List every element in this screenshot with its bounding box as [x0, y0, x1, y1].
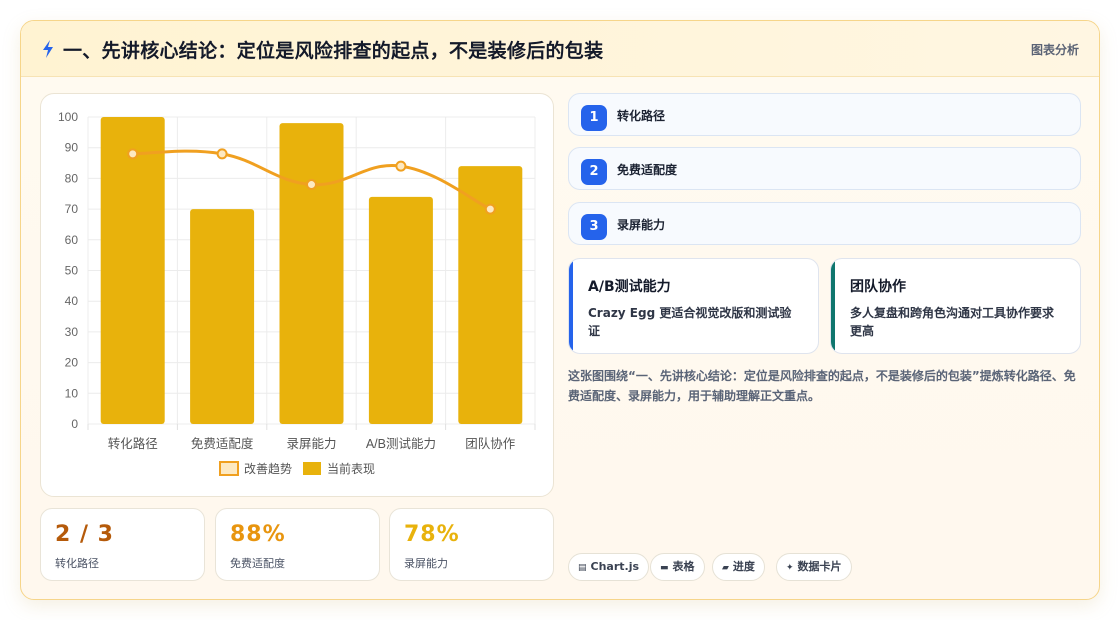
y-tick-label: 100 — [58, 110, 78, 124]
table-icon: ▬ — [660, 563, 669, 573]
y-tick-label: 10 — [65, 386, 79, 400]
info-card-ab-testing: A/B测试能力 Crazy Egg 更适合视觉改版和测试验证 — [568, 258, 819, 354]
y-tick-label: 40 — [65, 294, 79, 308]
page-title: 一、先讲核心结论：定位是风险排查的起点，不是装修后的包装 — [63, 40, 604, 62]
chip-label: 数据卡片 — [797, 560, 842, 573]
info-card-desc: 多人复盘和跨角色沟通对工具协作要求更高 — [850, 306, 1055, 338]
stat-value: 2 / 3 — [55, 522, 114, 547]
trend-point — [306, 179, 317, 191]
x-tick-label: 转化路径 — [108, 436, 158, 451]
chip-table[interactable]: ▬ 表格 — [650, 553, 705, 581]
chip-data-card[interactable]: ✦ 数据卡片 — [776, 553, 852, 581]
y-tick-label: 90 — [65, 141, 79, 155]
step-item-1: 1 转化路径 — [568, 93, 1081, 136]
x-tick-label: 免费适配度 — [191, 436, 254, 451]
progress-icon: ▰ — [722, 563, 729, 573]
lightning-icon — [43, 40, 53, 58]
step-label: 录屏能力 — [617, 218, 666, 232]
info-card-title: A/B测试能力 — [588, 279, 671, 295]
summary-text: 这张图围绕“一、先讲核心结论：定位是风险排查的起点，不是装修后的包装”提炼转化路… — [568, 369, 1076, 403]
chip-progress[interactable]: ▰ 进度 — [712, 553, 765, 581]
chart-panel: 0 10 20 30 40 50 60 70 80 90 100 转化路径 免费适配度 录屏能力 A/B测试… — [40, 93, 554, 497]
info-card-accent — [831, 259, 835, 353]
chip-label: 进度 — [732, 560, 755, 573]
stat-card-2: 88% 免费适配度 — [215, 508, 380, 581]
info-card-team: 团队协作 多人复盘和跨角色沟通对工具协作要求更高 — [830, 258, 1081, 354]
bar — [100, 117, 165, 424]
trend-point — [484, 203, 496, 215]
info-card-desc: Crazy Egg 更适合视觉改版和测试验证 — [588, 306, 792, 338]
stat-card-3: 78% 录屏能力 — [389, 508, 554, 581]
chart-card: 一、先讲核心结论：定位是风险排查的起点，不是装修后的包装 图表分析 0 10 20 3… — [20, 20, 1100, 600]
bar — [368, 196, 433, 424]
step-number: 2 — [581, 159, 607, 185]
y-tick-label: 80 — [65, 171, 79, 185]
x-tick-label: A/B测试能力 — [366, 436, 436, 451]
stat-card-1: 2 / 3 转化路径 — [40, 508, 205, 581]
trend-point — [395, 160, 407, 172]
step-number: 3 — [581, 214, 607, 240]
y-tick-label: 50 — [65, 264, 79, 278]
y-tick-label: 30 — [65, 325, 79, 339]
chip-chartjs[interactable]: ▤ Chart.js — [568, 553, 650, 581]
step-number: 1 — [581, 105, 607, 131]
stat-value: 78% — [404, 522, 460, 547]
sparkle-icon: ✦ — [786, 563, 794, 573]
y-tick-label: 0 — [71, 417, 78, 431]
legend-swatch-line — [219, 461, 239, 476]
legend-label: 当前表现 — [327, 461, 375, 476]
bar — [190, 209, 255, 424]
y-tick-label: 60 — [65, 233, 79, 247]
x-tick-label: 录屏能力 — [286, 437, 336, 451]
step-label: 免费适配度 — [617, 163, 678, 177]
y-tick-label: 20 — [65, 356, 79, 370]
legend-label: 改善趋势 — [244, 461, 292, 476]
step-item-3: 3 录屏能力 — [568, 202, 1081, 245]
trend-point — [216, 148, 228, 160]
stat-label: 免费适配度 — [230, 557, 285, 570]
step-label: 转化路径 — [617, 109, 666, 123]
chip-label: Chart.js — [590, 560, 640, 573]
x-tick-label: 团队协作 — [465, 436, 516, 451]
card-header: 一、先讲核心结论：定位是风险排查的起点，不是装修后的包装 图表分析 — [21, 21, 1099, 77]
legend-swatch-bar — [303, 462, 321, 475]
bar — [279, 123, 344, 424]
stat-value: 88% — [230, 522, 286, 547]
step-item-2: 2 免费适配度 — [568, 147, 1081, 190]
y-tick-label: 70 — [65, 202, 79, 216]
chart-icon: ▤ — [578, 563, 587, 573]
trend-point — [127, 148, 139, 160]
stat-label: 转化路径 — [55, 557, 99, 570]
info-card-accent — [569, 259, 573, 353]
stat-label: 录屏能力 — [404, 557, 448, 570]
chip-label: 表格 — [672, 560, 695, 573]
bar-line-chart: 0 10 20 30 40 50 60 70 80 90 100 转化路径 免费适配度 录屏能力 A/B测试… — [58, 110, 536, 476]
info-card-title: 团队协作 — [850, 279, 906, 295]
header-tag: 图表分析 — [1030, 43, 1079, 57]
